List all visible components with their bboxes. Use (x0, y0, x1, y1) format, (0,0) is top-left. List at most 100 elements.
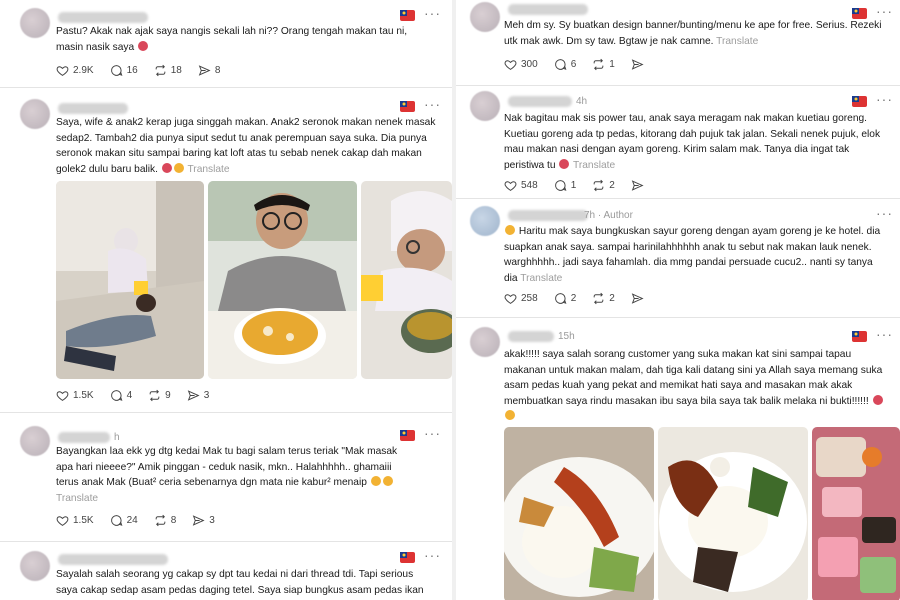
reply-button[interactable]: 6 (554, 58, 576, 71)
heart-icon (56, 391, 69, 401)
share-button[interactable] (631, 58, 648, 71)
repost-button[interactable]: 8 (154, 514, 176, 527)
like-button[interactable]: 258 (504, 292, 538, 305)
reply-count: 24 (126, 515, 138, 526)
reply-button[interactable]: 24 (110, 514, 138, 527)
username-blurred (508, 96, 572, 107)
avatar[interactable] (20, 8, 50, 38)
reply-button[interactable]: 2 (554, 292, 577, 305)
post-photo-rice-chicken[interactable] (658, 427, 808, 600)
repost-button[interactable]: 2 (592, 179, 615, 192)
action-bar: 548 1 2 (504, 179, 664, 192)
emoji-icon (505, 225, 515, 235)
more-icon[interactable]: ··· (424, 548, 441, 562)
heart-icon (56, 516, 69, 526)
repost-count: 1 (609, 59, 615, 70)
post-photo-child-lying[interactable] (56, 181, 204, 379)
like-button[interactable]: 2.9K (56, 64, 94, 77)
like-count: 548 (521, 180, 538, 191)
like-count: 1.5K (73, 515, 94, 526)
username-blurred (508, 210, 588, 221)
reply-button[interactable]: 1 (554, 179, 576, 192)
username-blurred (508, 331, 554, 342)
translate-link[interactable]: Translate (520, 273, 562, 284)
reply-icon (554, 59, 567, 70)
flag-icon (400, 552, 415, 563)
post-photo-rice-fish[interactable] (504, 427, 654, 600)
translate-link[interactable]: Translate (716, 36, 758, 47)
like-button[interactable]: 1.5K (56, 389, 94, 402)
emoji-icon (872, 394, 883, 405)
flag-icon (852, 331, 867, 342)
action-bar: 258 2 2 (504, 292, 664, 305)
more-icon[interactable]: ··· (876, 327, 893, 341)
flag-icon (400, 10, 415, 21)
left-thread-panel: ··· Pastu? Akak nak ajak saya nangis sek… (0, 0, 452, 600)
post-timestamp: 4h (576, 96, 588, 107)
username-blurred (58, 103, 128, 114)
avatar[interactable] (470, 91, 500, 121)
more-icon[interactable]: ··· (876, 4, 893, 18)
emoji-icon (161, 162, 172, 173)
like-count: 300 (521, 59, 538, 70)
share-button[interactable] (631, 292, 648, 305)
avatar[interactable] (20, 551, 50, 581)
crying-emoji-icon (137, 40, 148, 51)
more-icon[interactable]: ··· (876, 206, 893, 220)
action-bar: 2.9K 16 18 8 (56, 64, 236, 77)
author-reply-post: 7h · Author ··· Haritu mak saya bungkusk… (456, 200, 900, 318)
translate-link[interactable]: Translate (187, 164, 229, 175)
repost-count: 9 (165, 390, 171, 401)
repost-button[interactable]: 2 (592, 292, 615, 305)
reply-post: ··· Saya, wife & anak2 kerap juga singga… (0, 89, 452, 413)
repost-button[interactable]: 9 (148, 389, 171, 402)
post-text: Pastu? Akak nak ajak saya nangis sekali … (56, 26, 408, 53)
share-button[interactable]: 3 (192, 514, 215, 527)
username-blurred (58, 432, 110, 443)
post-photo-boy-eating[interactable] (208, 181, 357, 379)
like-count: 2.9K (73, 65, 94, 76)
avatar[interactable] (20, 426, 50, 456)
more-icon[interactable]: ··· (424, 6, 441, 20)
emoji-icon (559, 158, 570, 169)
share-count: 3 (203, 390, 210, 401)
more-icon[interactable]: ··· (424, 426, 441, 440)
like-button[interactable]: 1.5K (56, 514, 94, 527)
post-text: Nak bagitau mak sis power tau, anak saya… (504, 113, 881, 171)
reply-button[interactable]: 4 (110, 389, 132, 402)
action-bar: 300 6 1 (504, 58, 664, 71)
avatar[interactable] (470, 206, 500, 236)
like-count: 258 (521, 293, 538, 304)
translate-link[interactable]: Translate (573, 160, 615, 171)
post-text: Haritu mak saya bungkuskan sayur goreng … (504, 225, 881, 284)
reply-count: 2 (570, 293, 577, 304)
translate-link[interactable]: Translate (56, 493, 98, 504)
post-photo-girl-eating[interactable] (361, 181, 452, 379)
repost-count: 18 (170, 65, 182, 76)
right-thread-panel: ··· Meh dm sy. Sy buatkan design banner/… (456, 0, 900, 600)
post-timestamp: 15h (558, 331, 575, 342)
reply-button[interactable]: 16 (110, 64, 138, 77)
share-button[interactable]: 3 (187, 389, 210, 402)
reply-post: ··· Sayalah salah seorang yg cakap sy dp… (0, 543, 452, 600)
avatar[interactable] (470, 2, 500, 32)
share-button[interactable] (631, 179, 648, 192)
repost-icon (149, 389, 160, 402)
username-blurred (58, 12, 148, 23)
share-count: 3 (209, 515, 215, 526)
like-button[interactable]: 300 (504, 58, 538, 71)
share-button[interactable]: 8 (198, 64, 221, 77)
emoji-icon (505, 410, 515, 421)
emoji-icon (173, 162, 184, 173)
share-count: 8 (214, 65, 221, 76)
share-icon (631, 59, 644, 70)
avatar[interactable] (20, 99, 50, 129)
avatar[interactable] (470, 327, 500, 357)
repost-button[interactable]: 18 (154, 64, 182, 77)
share-icon (193, 515, 205, 526)
more-icon[interactable]: ··· (876, 92, 893, 106)
repost-button[interactable]: 1 (592, 58, 615, 71)
post-photo-food-spread[interactable] (812, 427, 900, 600)
more-icon[interactable]: ··· (424, 97, 441, 111)
like-button[interactable]: 548 (504, 179, 538, 192)
